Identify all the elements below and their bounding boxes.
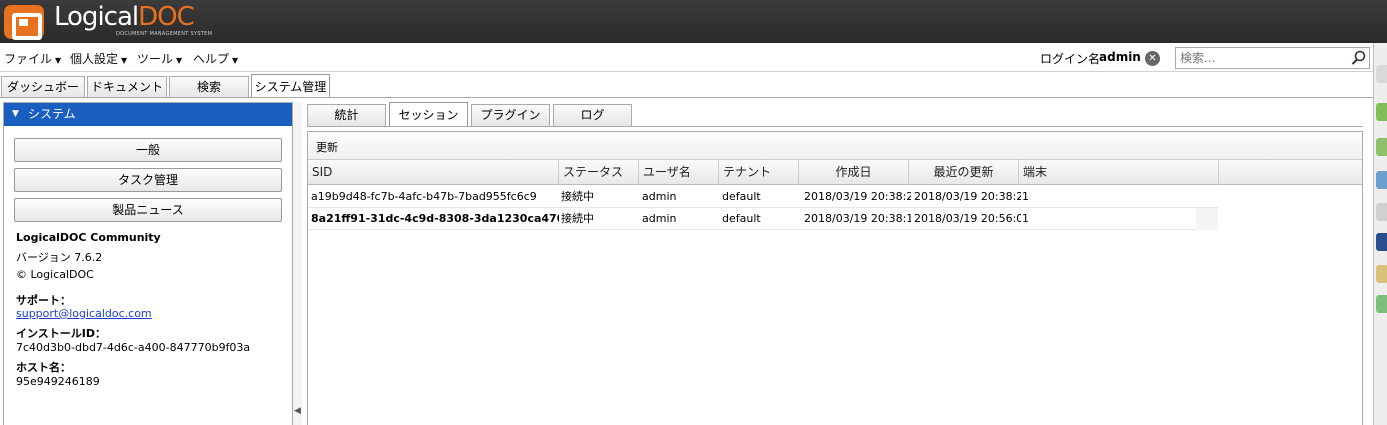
column-header-tenant[interactable]: テナント bbox=[719, 160, 799, 185]
chevron-down-icon: ▼ bbox=[232, 56, 239, 65]
main-tabs: ダッシュボード ドキュメント 検索 システム管理 bbox=[0, 74, 1373, 114]
sessions-toolbar: 更新 bbox=[308, 132, 1362, 160]
top-bar: LogicalDOC DOCUMENT MANAGEMENT SYSTEM bbox=[0, 0, 1387, 43]
chevron-down-icon: ▼ bbox=[121, 56, 128, 65]
side-tab-icon[interactable] bbox=[1376, 265, 1387, 283]
menu-bar: ファイル ▼ 個人設定 ▼ ツール ▼ ヘルプ ▼ ログイン名 admin ✕ bbox=[0, 43, 1373, 72]
install-id-value: 7c40d3b0-dbd7-4d6c-a400-847770b9f03a bbox=[16, 341, 251, 354]
column-header-last-renew[interactable]: 最近の更新 bbox=[909, 160, 1019, 185]
support-label: サポート： bbox=[16, 294, 71, 307]
tab-search[interactable]: 検索 bbox=[169, 76, 249, 98]
product-version: バージョン 7.6.2 bbox=[16, 251, 103, 264]
side-tab-icon[interactable] bbox=[1376, 138, 1387, 156]
logo-subtitle: DOCUMENT MANAGEMENT SYSTEM bbox=[116, 31, 213, 37]
search-input[interactable] bbox=[1178, 49, 1348, 67]
general-button[interactable]: 一般 bbox=[14, 138, 282, 162]
task-manager-button[interactable]: タスク管理 bbox=[14, 168, 282, 192]
cell-sid: 8a21ff91-31dc-4c9d-8308-3da1230ca470 bbox=[311, 212, 559, 225]
tab-statistics[interactable]: 統計 bbox=[307, 104, 386, 126]
system-section-header[interactable]: ▼ システム bbox=[4, 103, 292, 126]
collapse-left-icon[interactable]: ◀ bbox=[294, 406, 301, 416]
chevron-down-icon: ▼ bbox=[176, 56, 183, 65]
column-header-sid[interactable]: SID bbox=[308, 160, 559, 185]
cell-last-renew: 2018/03/19 20:56:01 bbox=[914, 212, 1021, 225]
menu-help[interactable]: ヘルプ ▼ bbox=[193, 50, 238, 67]
logout-icon[interactable]: ✕ bbox=[1145, 51, 1160, 66]
chevron-down-icon: ▼ bbox=[55, 56, 62, 65]
logicaldoc-logo-icon bbox=[4, 5, 44, 40]
side-tab-icon[interactable] bbox=[1376, 203, 1387, 221]
row-filler bbox=[1196, 208, 1218, 230]
tab-log[interactable]: ログ bbox=[553, 104, 632, 126]
cell-sid: a19b9d48-fc7b-4afc-b47b-7bad955fc6c9 bbox=[311, 190, 537, 203]
copyright: © LogicalDOC bbox=[16, 268, 94, 281]
tab-sessions[interactable]: セッション bbox=[389, 102, 468, 127]
search-box bbox=[1175, 47, 1370, 69]
column-header-status[interactable]: ステータス bbox=[559, 160, 639, 185]
collapse-triangle-icon: ▼ bbox=[12, 109, 19, 119]
cell-tenant: default bbox=[722, 212, 761, 225]
sessions-panel: 更新 SID ステータス ユーザ名 テナント 作成日 最近の更新 端末 a19b… bbox=[307, 131, 1363, 425]
side-tab-icon[interactable] bbox=[1376, 103, 1387, 121]
side-tab-icon[interactable] bbox=[1376, 233, 1387, 251]
menu-tools[interactable]: ツール ▼ bbox=[137, 50, 182, 67]
cell-created: 2018/03/19 20:38:20 bbox=[804, 190, 911, 203]
install-id-label: インストールID： bbox=[16, 327, 107, 340]
table-row[interactable]: a19b9d48-fc7b-4afc-b47b-7bad955fc6c9 接続中… bbox=[308, 186, 1218, 208]
table-row[interactable]: 8a21ff91-31dc-4c9d-8308-3da1230ca470 接続中… bbox=[308, 208, 1218, 230]
sub-tab-divider bbox=[307, 126, 1363, 127]
menu-file[interactable]: ファイル ▼ bbox=[4, 50, 61, 67]
sessions-grid-header: SID ステータス ユーザ名 テナント 作成日 最近の更新 端末 bbox=[308, 160, 1362, 185]
cell-last-renew: 2018/03/19 20:38:20 bbox=[914, 190, 1021, 203]
right-edge-strip bbox=[1373, 43, 1387, 425]
side-tab-icon[interactable] bbox=[1376, 295, 1387, 313]
side-tab-icon[interactable] bbox=[1376, 171, 1387, 189]
product-name: LogicalDOC Community bbox=[16, 231, 161, 244]
logo-text: LogicalDOC bbox=[54, 2, 195, 32]
host-name-value: 95e949246189 bbox=[16, 375, 100, 388]
login-label: ログイン名 bbox=[1040, 52, 1101, 66]
column-header-terminal[interactable]: 端末 bbox=[1019, 160, 1219, 185]
tab-documents[interactable]: ドキュメント bbox=[87, 76, 167, 98]
product-news-button[interactable]: 製品ニュース bbox=[14, 198, 282, 222]
column-header-username[interactable]: ユーザ名 bbox=[639, 160, 719, 185]
tab-divider bbox=[0, 97, 1373, 98]
refresh-button[interactable]: 更新 bbox=[316, 139, 338, 155]
support-email-link[interactable]: support@logicaldoc.com bbox=[16, 307, 152, 320]
menu-personal-settings[interactable]: 個人設定 ▼ bbox=[70, 50, 127, 67]
tab-dashboard[interactable]: ダッシュボード bbox=[1, 76, 85, 114]
cell-tenant: default bbox=[722, 190, 761, 203]
host-label: ホスト名： bbox=[16, 361, 71, 374]
cell-status: 接続中 bbox=[561, 190, 594, 203]
cell-username: admin bbox=[642, 212, 677, 225]
cell-created: 2018/03/19 20:38:18 bbox=[804, 212, 911, 225]
cell-terminal: 1 bbox=[1022, 190, 1029, 203]
search-icon[interactable] bbox=[1351, 50, 1367, 66]
panel-splitter[interactable]: ◀ bbox=[293, 102, 302, 425]
tab-administration[interactable]: システム管理 bbox=[251, 74, 330, 98]
column-header-created[interactable]: 作成日 bbox=[799, 160, 909, 185]
tab-plugins[interactable]: プラグイン bbox=[471, 104, 550, 126]
login-user: admin bbox=[1099, 50, 1141, 64]
cell-terminal: 1 bbox=[1022, 212, 1029, 225]
cell-status: 接続中 bbox=[561, 212, 594, 225]
left-panel: ▼ システム 一般 タスク管理 製品ニュース LogicalDOC Commun… bbox=[3, 102, 293, 425]
side-tab-icon[interactable] bbox=[1376, 65, 1387, 83]
cell-username: admin bbox=[642, 190, 677, 203]
